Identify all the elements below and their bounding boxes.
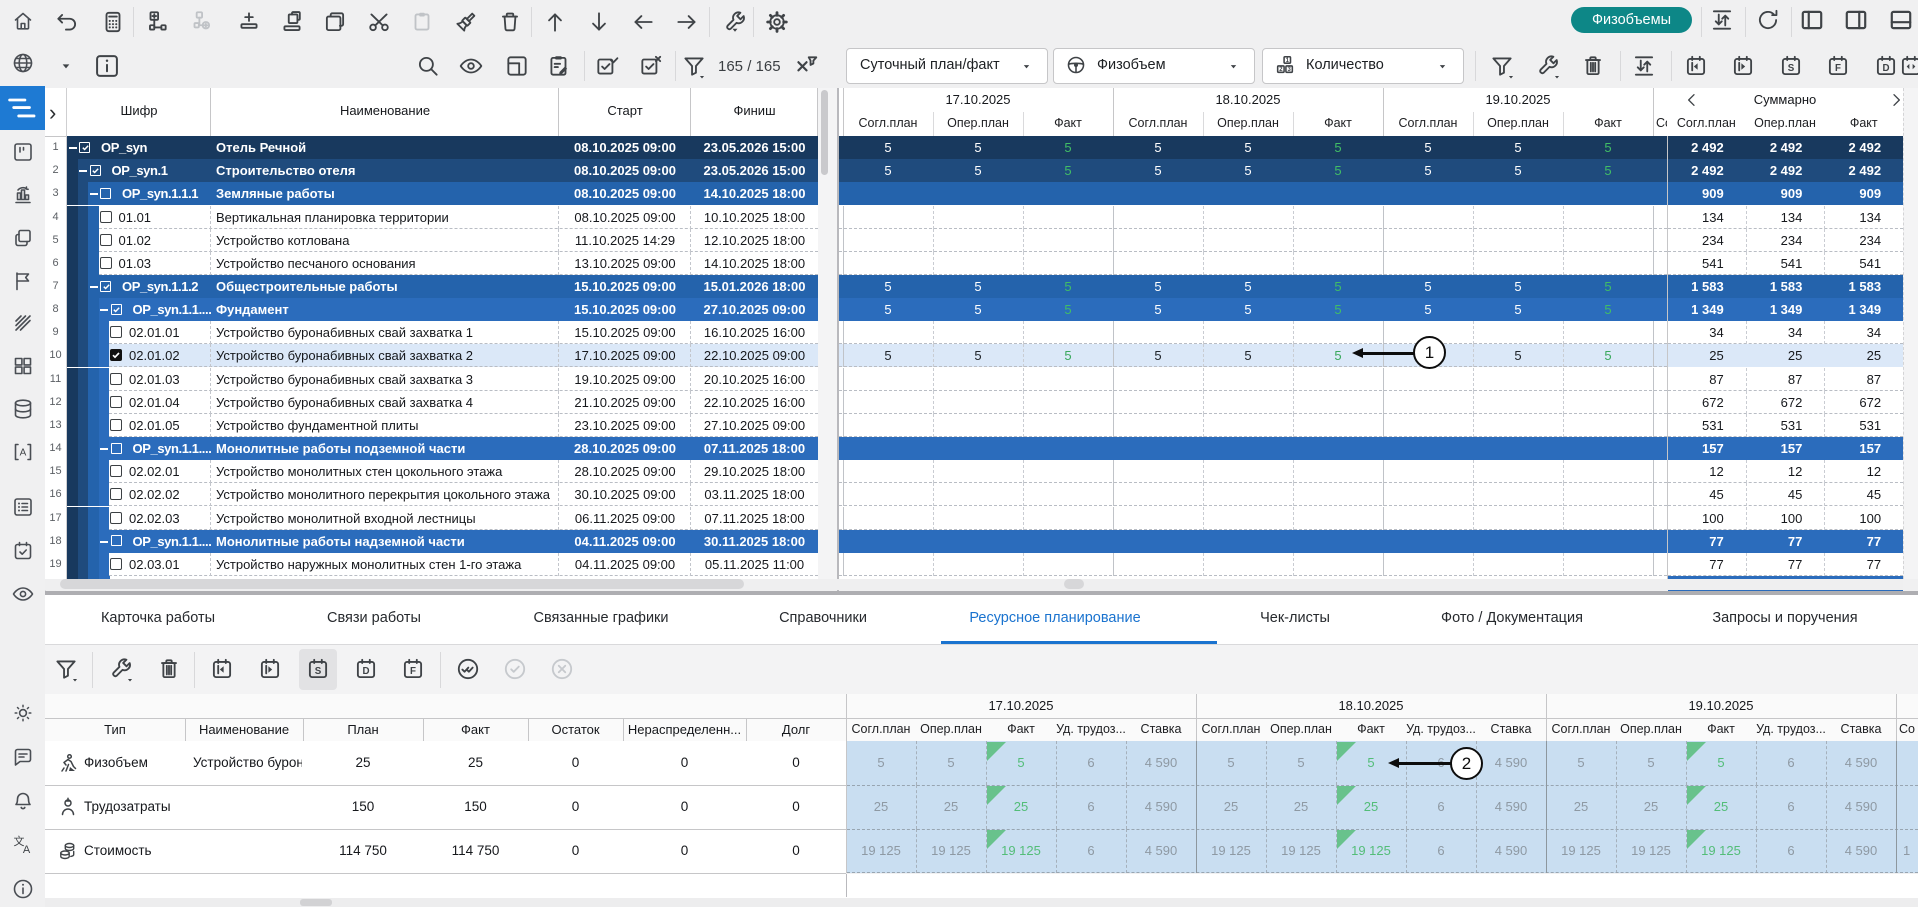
svg-text:A: A	[19, 448, 26, 459]
svg-text:A: A	[22, 844, 30, 856]
svg-text:F: F	[1835, 63, 1841, 74]
svg-text:S: S	[1788, 63, 1795, 74]
svg-text:D: D	[362, 666, 369, 677]
svg-text:S: S	[315, 666, 322, 677]
svg-text:D: D	[1882, 63, 1889, 74]
svg-text:F: F	[410, 666, 416, 677]
